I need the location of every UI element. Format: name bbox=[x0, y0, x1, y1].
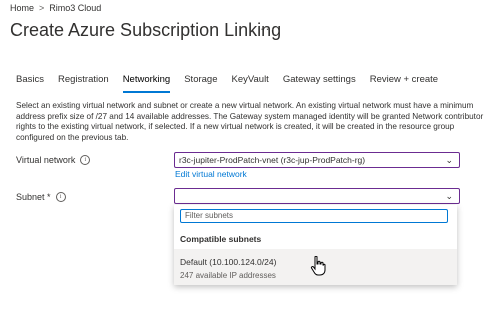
networking-description: Select an existing virtual network and s… bbox=[16, 101, 484, 142]
virtual-network-select[interactable]: r3c-jupiter-ProdPatch-vnet (r3c-jup-Prod… bbox=[174, 152, 460, 168]
hand-cursor-icon bbox=[310, 256, 326, 276]
tab-basics[interactable]: Basics bbox=[16, 74, 44, 93]
info-icon[interactable]: i bbox=[55, 192, 66, 202]
virtual-network-label: Virtual network bbox=[16, 155, 76, 165]
subnet-select[interactable]: ⌄ bbox=[174, 188, 460, 204]
subnet-option-name: Default (10.100.124.0/24) bbox=[180, 257, 277, 267]
breadcrumb: Home > Rimo3 Cloud bbox=[10, 3, 101, 13]
compatible-subnets-heading: Compatible subnets bbox=[180, 234, 262, 244]
breadcrumb-home[interactable]: Home bbox=[10, 3, 34, 13]
subnet-label-row: Subnet * i bbox=[16, 192, 66, 202]
tab-keyvault[interactable]: KeyVault bbox=[232, 74, 269, 93]
subnet-option-detail: 247 available IP addresses bbox=[180, 271, 276, 280]
subnet-label: Subnet * bbox=[16, 192, 51, 202]
tab-networking[interactable]: Networking bbox=[122, 74, 171, 93]
tab-bar: Basics Registration Networking Storage K… bbox=[16, 74, 452, 93]
tab-review-create[interactable]: Review + create bbox=[370, 74, 438, 93]
tab-storage[interactable]: Storage bbox=[184, 74, 217, 93]
page-title: Create Azure Subscription Linking bbox=[10, 20, 282, 40]
chevron-down-icon: ⌄ bbox=[445, 191, 453, 201]
breadcrumb-separator: > bbox=[39, 3, 45, 13]
edit-virtual-network-link[interactable]: Edit virtual network bbox=[175, 169, 247, 179]
info-icon[interactable]: i bbox=[80, 155, 91, 165]
virtual-network-value: r3c-jupiter-ProdPatch-vnet (r3c-jup-Prod… bbox=[179, 155, 366, 165]
tab-gateway-settings[interactable]: Gateway settings bbox=[283, 74, 356, 93]
breadcrumb-rimo3-cloud[interactable]: Rimo3 Cloud bbox=[49, 3, 101, 13]
chevron-down-icon: ⌄ bbox=[445, 155, 453, 165]
virtual-network-label-row: Virtual network i bbox=[16, 155, 91, 165]
more-options-button[interactable]: ··· bbox=[260, 21, 276, 36]
tab-registration[interactable]: Registration bbox=[58, 74, 109, 93]
filter-subnets-input[interactable]: Filter subnets bbox=[180, 209, 448, 223]
